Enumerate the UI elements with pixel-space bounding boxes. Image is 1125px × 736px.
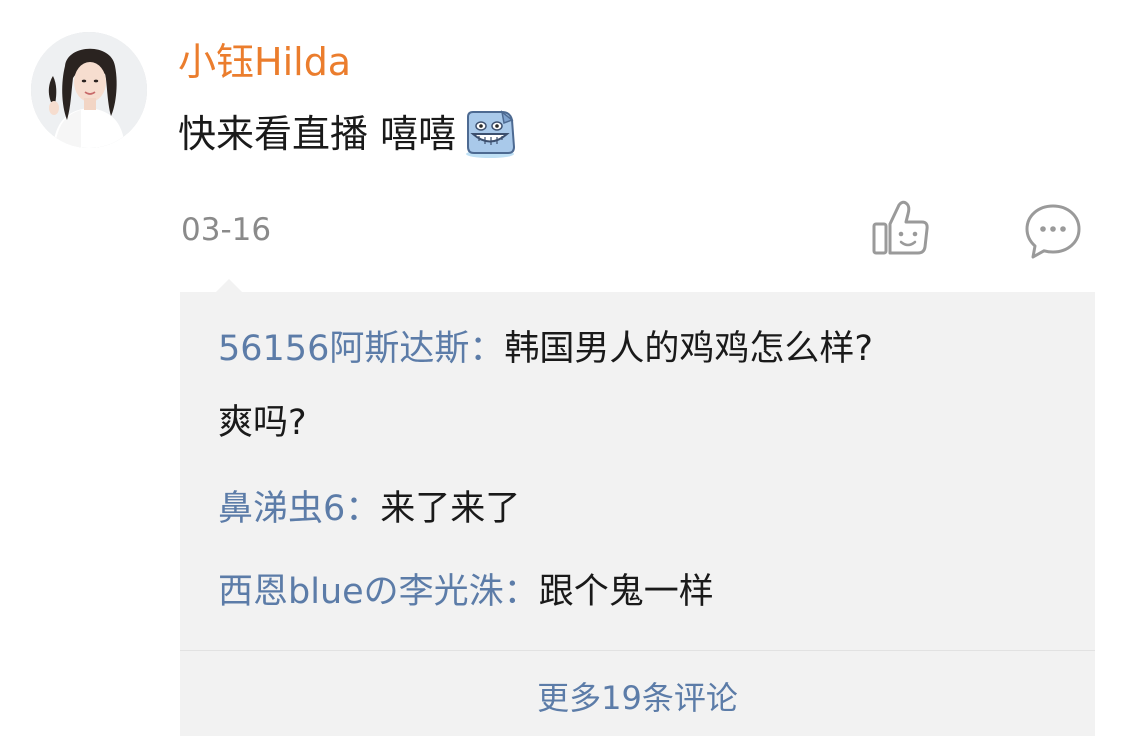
comment-text: 韩国男人的鸡鸡怎么样? xyxy=(504,329,873,369)
post-content: 快来看直播 嘻嘻 xyxy=(178,108,520,160)
comment-separator: ： xyxy=(469,329,505,369)
thumbs-up-icon xyxy=(872,200,929,255)
comment-separator: ： xyxy=(345,489,381,529)
comment-separator: ： xyxy=(503,572,539,612)
comments-box-arrow xyxy=(215,279,243,293)
more-comments-link[interactable]: 更多19条评论 xyxy=(180,670,1095,726)
avatar[interactable] xyxy=(31,32,147,148)
divider xyxy=(180,650,1095,651)
comment-line: 爽吗? xyxy=(218,403,307,443)
comment-item[interactable]: 鼻涕虫6：来了来了 xyxy=(218,472,520,546)
comments-preview: 56156阿斯达斯：韩国男人的鸡鸡怎么样? 爽吗? 鼻涕虫6：来了来了 西恩bl… xyxy=(180,292,1095,736)
post-date: 03-16 xyxy=(181,212,272,248)
weibo-post: 小钰Hilda 快来看直播 嘻嘻 03-16 56156阿斯达斯：韩国男人的鸡鸡… xyxy=(0,0,1125,736)
comment-text: 跟个鬼一样 xyxy=(538,572,714,612)
comment-line: 56156阿斯达斯：韩国男人的鸡鸡怎么样? xyxy=(218,312,873,386)
comment-button[interactable] xyxy=(1022,200,1084,262)
comment-item[interactable]: 56156阿斯达斯：韩国男人的鸡鸡怎么样? 爽吗? xyxy=(218,312,873,460)
comment-author[interactable]: 鼻涕虫6 xyxy=(218,489,345,529)
post-text: 快来看直播 嘻嘻 xyxy=(178,112,457,156)
comment-author[interactable]: 56156阿斯达斯 xyxy=(218,329,469,369)
avatar-image xyxy=(31,32,147,148)
grinning-face-emoji-icon xyxy=(460,109,520,159)
comment-author[interactable]: 西恩blueの李光洙 xyxy=(218,572,504,612)
speech-bubble-icon xyxy=(1025,204,1081,259)
post-username[interactable]: 小钰Hilda xyxy=(178,38,351,86)
like-button[interactable] xyxy=(868,198,932,260)
comment-text: 来了来了 xyxy=(380,489,521,529)
comment-item[interactable]: 西恩blueの李光洙：跟个鬼一样 xyxy=(218,555,714,629)
